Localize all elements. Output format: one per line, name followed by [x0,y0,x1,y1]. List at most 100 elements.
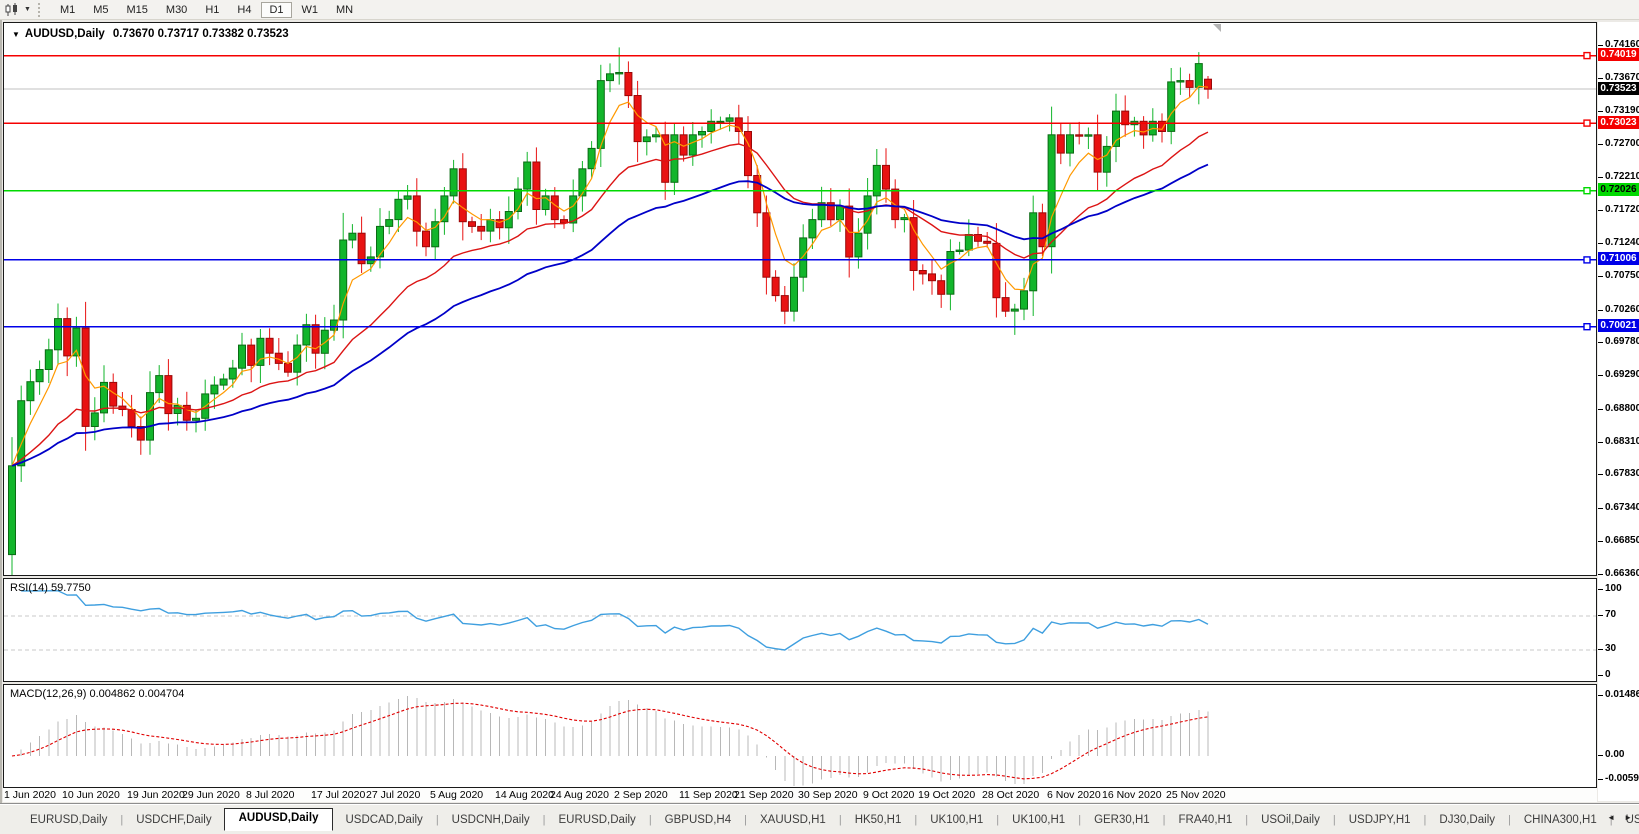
price-level-badge: 0.72026 [1598,183,1639,196]
main-chart-panel[interactable]: ▼ AUDUSD,Daily 0.73670 0.73717 0.73382 0.7… [3,22,1597,576]
date-axis-label: 25 Nov 2020 [1166,789,1226,801]
timeframe-button-mn[interactable]: MN [328,2,361,18]
timeframe-button-w1[interactable]: W1 [294,2,327,18]
chart-tab-eurusd-daily[interactable]: EURUSD,Daily [546,810,647,831]
price-axis-label: 0.66850 [1605,535,1639,546]
rsi-axis-label: 100 [1605,583,1622,594]
date-axis-label: 29 Jun 2020 [182,789,240,801]
chart-tab-uk100-h1[interactable]: UK100,H1 [918,810,995,831]
collapse-arrow-icon[interactable]: ▼ [12,30,20,39]
chart-tab-usdjpy-h1[interactable]: USDJPY,H1 [1337,810,1423,831]
rsi-panel[interactable]: RSI(14) 59.7750 [3,578,1597,682]
axis-tick [1598,45,1603,46]
axis-tick [1598,111,1603,112]
rsi-label: RSI(14) 59.7750 [10,582,91,594]
axis-tick [1598,574,1603,575]
chart-tab-dj30-daily[interactable]: DJ30,Daily [1427,810,1507,831]
price-level-badge: 0.74019 [1598,48,1639,61]
date-axis-label: 21 Sep 2020 [734,789,794,801]
date-axis-label: 30 Sep 2020 [798,789,858,801]
chart-symbol-period: AUDUSD,Daily [25,28,105,40]
chart-tab-usdchf-daily[interactable]: USDCHF,Daily [124,810,223,831]
date-axis-label: 19 Jun 2020 [127,789,185,801]
date-axis-label: 8 Jul 2020 [246,789,294,801]
chart-tab-usdcad-daily[interactable]: USDCAD,Daily [333,810,434,831]
toolbar-grip [38,3,45,17]
tab-scroll-left-icon[interactable]: ◄ [1607,813,1615,822]
timeframe-button-m15[interactable]: M15 [119,2,156,18]
price-axis-label: 0.68800 [1605,403,1639,414]
axis-tick [1598,675,1603,676]
axis-tick [1598,177,1603,178]
price-level-badge: 0.71006 [1598,252,1639,265]
date-axis-label: 5 Aug 2020 [430,789,483,801]
date-axis-label: 9 Oct 2020 [863,789,914,801]
chart-title: ▼ AUDUSD,Daily 0.73670 0.73717 0.73382 0.7… [12,28,289,40]
price-axis-label: 0.67830 [1605,468,1639,479]
price-axis-label: 0.69780 [1605,336,1639,347]
axis-tick [1598,210,1603,211]
macd-panel[interactable]: MACD(12,26,9) 0.004862 0.004704 [3,684,1597,788]
window-edge [0,20,2,820]
chart-tab-gbpusd-h4[interactable]: GBPUSD,H4 [653,810,743,831]
price-level-badge: 0.73023 [1598,116,1639,129]
axis-tick [1598,409,1603,410]
axis-tick [1598,755,1603,756]
chart-type-dropdown-icon[interactable]: ▼ [24,6,31,13]
chart-tab-uk100-h1[interactable]: UK100,H1 [1000,810,1077,831]
timeframe-toolbar: M1M5M15M30H1H4D1W1MN [51,2,362,18]
chart-tab-hk50-h1[interactable]: HK50,H1 [843,810,914,831]
axis-tick [1598,276,1603,277]
axis-tick [1598,695,1603,696]
chart-tab-usdcnh-daily[interactable]: USDCNH,Daily [440,810,542,831]
chart-tab-china300-h1[interactable]: CHINA300,H1 [1512,810,1609,831]
chart-ohlc-values: 0.73670 0.73717 0.73382 0.73523 [113,28,289,40]
axis-tick [1598,474,1603,475]
date-axis-label: 1 Jun 2020 [4,789,56,801]
axis-tick [1598,310,1603,311]
axis-tick [1598,508,1603,509]
price-axis-label: 0.70260 [1605,304,1639,315]
timeframe-button-m5[interactable]: M5 [85,2,116,18]
macd-main-value: 0.004862 [89,688,135,700]
price-axis-label: 0.68310 [1605,436,1639,447]
tab-scroll-right-icon[interactable]: ► [1624,813,1632,822]
chart-tab-ger30-h1[interactable]: GER30,H1 [1082,810,1162,831]
axis-tick [1598,78,1603,79]
timeframe-button-d1[interactable]: D1 [261,2,291,18]
axis-tick [1598,589,1603,590]
date-axis: 1 Jun 202010 Jun 202019 Jun 202029 Jun 2… [3,788,1597,802]
axis-tick [1598,541,1603,542]
date-axis-label: 28 Oct 2020 [982,789,1039,801]
timeframe-button-h1[interactable]: H1 [197,2,227,18]
date-axis-label: 24 Aug 2020 [550,789,609,801]
price-level-badge: 0.73523 [1598,82,1639,95]
mt4-window: ▼ M1M5M15M30H1H4D1W1MN ▼ AUDUSD,Daily 0.73… [0,0,1639,834]
axis-tick [1598,779,1603,780]
price-axis-label: 0.73190 [1605,105,1639,116]
axis-tick [1598,375,1603,376]
price-axis-label: 0.70750 [1605,270,1639,281]
price-level-badge: 0.70021 [1598,319,1639,332]
macd-label: MACD(12,26,9) 0.004862 0.004704 [10,688,184,700]
chart-tab-audusd-daily[interactable]: AUDUSD,Daily [224,808,334,831]
chart-tab-xauusd-h1[interactable]: XAUUSD,H1 [748,810,838,831]
date-axis-label: 14 Aug 2020 [495,789,554,801]
rsi-axis-label: 70 [1605,609,1616,620]
price-axis-label: 0.71720 [1605,204,1639,215]
candlestick-chart-icon[interactable] [3,2,23,17]
rsi-axis-label: 0 [1605,669,1611,680]
date-axis-label: 19 Oct 2020 [918,789,975,801]
timeframe-button-h4[interactable]: H4 [229,2,259,18]
date-axis-label: 17 Jul 2020 [311,789,365,801]
chart-tabs: EURUSD,Daily|USDCHF,DailyAUDUSD,DailyUSD… [18,808,1639,832]
toolbar: ▼ M1M5M15M30H1H4D1W1MN [0,0,1639,20]
timeframe-button-m1[interactable]: M1 [52,2,83,18]
chart-tab-usoil-daily[interactable]: USOil,Daily [1249,810,1332,831]
macd-axis-label: 0.014861 [1605,689,1639,700]
chart-tab-fra40-h1[interactable]: FRA40,H1 [1167,810,1245,831]
chart-tab-eurusd-daily[interactable]: EURUSD,Daily [18,810,119,831]
timeframe-button-m30[interactable]: M30 [158,2,195,18]
axis-tick [1598,649,1603,650]
macd-name: MACD(12,26,9) [10,688,86,700]
